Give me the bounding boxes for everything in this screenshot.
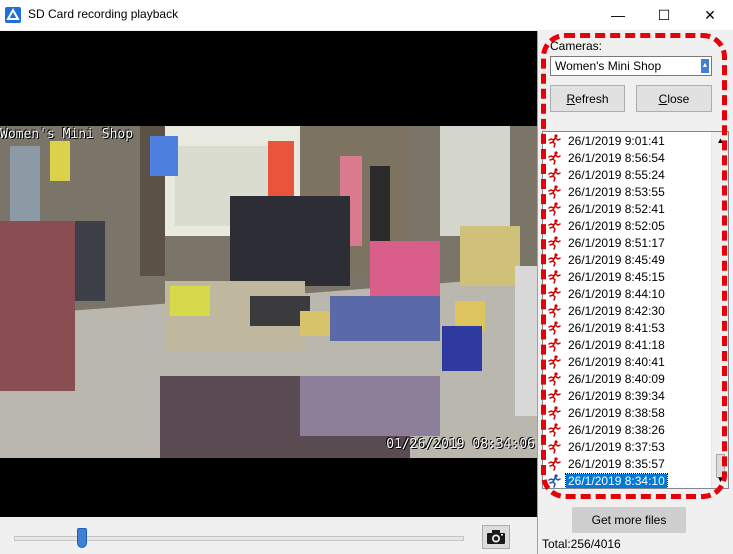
app-icon xyxy=(5,7,21,23)
running-person-icon xyxy=(548,150,561,165)
cameras-label: Cameras: xyxy=(550,39,603,53)
list-item[interactable]: 26/1/2019 8:55:24 xyxy=(543,166,713,183)
window-title: SD Card recording playback xyxy=(28,7,179,21)
scroll-down-icon[interactable]: ▼ xyxy=(712,471,728,488)
camera-select-value: Women's Mini Shop xyxy=(555,59,662,73)
snapshot-button[interactable] xyxy=(482,525,510,549)
running-person-icon xyxy=(548,235,561,250)
running-person-icon xyxy=(548,167,561,182)
running-person-icon xyxy=(548,218,561,233)
close-button-label: Close xyxy=(658,91,690,106)
list-item[interactable]: 26/1/2019 8:35:57 xyxy=(543,455,713,472)
maximize-button[interactable]: ☐ xyxy=(641,0,687,30)
recordings-list[interactable]: 26/1/2019 9:01:41 26/1/2019 8:56:54 26/1/2… xyxy=(542,131,729,489)
title-bar: SD Card recording playback — ☐ ✕ xyxy=(0,0,733,30)
video-viewport[interactable]: Women's Mini Shop 01/26/2019 08:34:06 xyxy=(0,31,537,517)
osd-camera-name: Women's Mini Shop xyxy=(0,127,134,142)
list-item-label: 26/1/2019 8:38:58 xyxy=(568,405,665,420)
side-panel: Cameras: Women's Mini Shop ▲ Refresh Clo… xyxy=(537,31,733,554)
list-item-label: 26/1/2019 8:35:57 xyxy=(568,456,665,471)
list-item-label: 26/1/2019 8:40:41 xyxy=(568,354,665,369)
list-item-label: 26/1/2019 8:37:53 xyxy=(568,439,665,454)
running-person-icon xyxy=(548,269,561,284)
list-item-label: 26/1/2019 8:52:41 xyxy=(568,201,665,216)
running-person-icon xyxy=(548,405,561,420)
list-item-label: 26/1/2019 8:42:30 xyxy=(568,303,665,318)
list-item-label: 26/1/2019 8:52:05 xyxy=(568,218,665,233)
list-item[interactable]: 26/1/2019 8:53:55 xyxy=(543,183,713,200)
running-person-icon xyxy=(548,337,561,352)
list-item[interactable]: 26/1/2019 8:40:09 xyxy=(543,370,713,387)
get-more-files-button[interactable]: Get more files xyxy=(572,507,686,533)
camera-select[interactable]: Women's Mini Shop ▲ xyxy=(550,56,712,76)
list-item-label: 26/1/2019 8:34:10 xyxy=(565,472,668,488)
list-item-label: 26/1/2019 8:38:26 xyxy=(568,422,665,437)
list-item[interactable]: 26/1/2019 8:38:26 xyxy=(543,421,713,438)
list-item-label: 26/1/2019 8:44:10 xyxy=(568,286,665,301)
get-more-files-label: Get more files xyxy=(591,513,667,527)
list-item[interactable]: 26/1/2019 8:34:10 xyxy=(543,472,713,488)
list-item[interactable]: 26/1/2019 8:41:18 xyxy=(543,336,713,353)
list-item-label: 26/1/2019 8:55:24 xyxy=(568,167,665,182)
store-camera-image xyxy=(0,126,537,458)
running-person-icon xyxy=(548,473,561,488)
list-item[interactable]: 26/1/2019 8:45:15 xyxy=(543,268,713,285)
chevron-down-icon[interactable]: ▲ xyxy=(701,59,709,73)
list-item[interactable]: 26/1/2019 8:42:30 xyxy=(543,302,713,319)
running-person-icon xyxy=(548,354,561,369)
list-item-label: 26/1/2019 8:51:17 xyxy=(568,235,665,250)
seek-slider-thumb[interactable] xyxy=(76,528,87,548)
list-item[interactable]: 26/1/2019 8:37:53 xyxy=(543,438,713,455)
refresh-button[interactable]: Refresh xyxy=(550,85,625,112)
scroll-up-icon[interactable]: ▲ xyxy=(712,132,728,149)
list-item-label: 26/1/2019 9:01:41 xyxy=(568,133,665,148)
running-person-icon xyxy=(548,439,561,454)
list-item[interactable]: 26/1/2019 8:51:17 xyxy=(543,234,713,251)
close-window-button[interactable]: ✕ xyxy=(687,0,733,30)
list-scrollbar[interactable]: ▲ ▼ xyxy=(711,132,728,488)
list-item-label: 26/1/2019 8:41:53 xyxy=(568,320,665,335)
close-button[interactable]: Close xyxy=(636,85,712,112)
running-person-icon xyxy=(548,252,561,267)
list-item[interactable]: 26/1/2019 8:38:58 xyxy=(543,404,713,421)
list-item[interactable]: 26/1/2019 8:44:10 xyxy=(543,285,713,302)
list-item-label: 26/1/2019 8:53:55 xyxy=(568,184,665,199)
list-item-label: 26/1/2019 8:40:09 xyxy=(568,371,665,386)
video-frame: Women's Mini Shop 01/26/2019 08:34:06 xyxy=(0,126,537,458)
running-person-icon xyxy=(548,320,561,335)
running-person-icon xyxy=(548,371,561,386)
running-person-icon xyxy=(548,286,561,301)
list-item[interactable]: 26/1/2019 9:01:41 xyxy=(543,132,713,149)
osd-timestamp: 01/26/2019 08:34:06 xyxy=(386,437,535,452)
minimize-button[interactable]: — xyxy=(595,0,641,30)
camera-icon xyxy=(487,530,505,544)
list-item[interactable]: 26/1/2019 8:56:54 xyxy=(543,149,713,166)
list-item-label: 26/1/2019 8:39:34 xyxy=(568,388,665,403)
list-item-label: 26/1/2019 8:45:15 xyxy=(568,269,665,284)
list-item[interactable]: 26/1/2019 8:52:05 xyxy=(543,217,713,234)
running-person-icon xyxy=(548,184,561,199)
running-person-icon xyxy=(548,303,561,318)
running-person-icon xyxy=(548,388,561,403)
list-item[interactable]: 26/1/2019 8:41:53 xyxy=(543,319,713,336)
list-item[interactable]: 26/1/2019 8:52:41 xyxy=(543,200,713,217)
running-person-icon xyxy=(548,201,561,216)
list-item[interactable]: 26/1/2019 8:40:41 xyxy=(543,353,713,370)
running-person-icon xyxy=(548,422,561,437)
list-item-label: 26/1/2019 8:41:18 xyxy=(568,337,665,352)
playback-controls xyxy=(0,517,537,554)
refresh-button-label: Refresh xyxy=(566,91,609,106)
running-person-icon xyxy=(548,133,561,148)
list-item-label: 26/1/2019 8:45:49 xyxy=(568,252,665,267)
total-count: Total:256/4016 xyxy=(542,537,621,551)
list-item-label: 26/1/2019 8:56:54 xyxy=(568,150,665,165)
recordings-list-items: 26/1/2019 9:01:41 26/1/2019 8:56:54 26/1/2… xyxy=(543,132,713,488)
list-item[interactable]: 26/1/2019 8:45:49 xyxy=(543,251,713,268)
running-person-icon xyxy=(548,456,561,471)
list-item[interactable]: 26/1/2019 8:39:34 xyxy=(543,387,713,404)
